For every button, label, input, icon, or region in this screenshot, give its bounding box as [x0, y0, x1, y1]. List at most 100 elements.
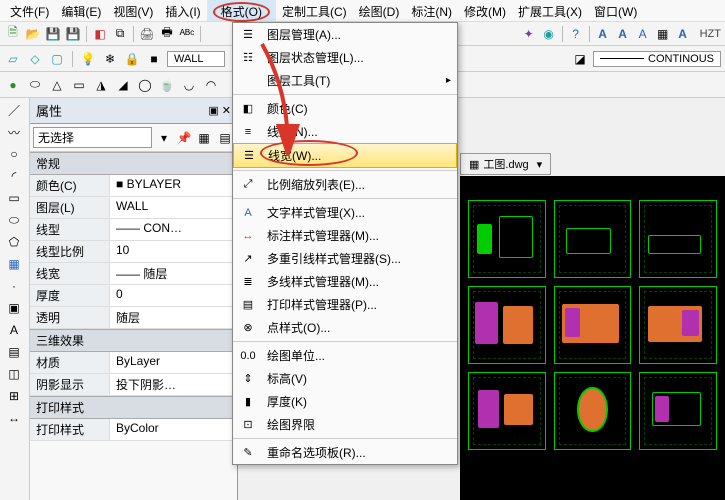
- menu-item-lineweight[interactable]: ☰ 线宽(W)...: [233, 143, 457, 168]
- solid3-icon[interactable]: ▢: [48, 50, 66, 68]
- property-value[interactable]: ByLayer: [110, 352, 237, 373]
- point-icon[interactable]: ·: [2, 276, 26, 296]
- plotpreview-icon[interactable]: 🖶: [158, 25, 176, 43]
- menu-item-scalelist[interactable]: ⤢比例缩放列表(E)...: [233, 173, 457, 196]
- box-icon[interactable]: ▭: [70, 76, 88, 94]
- sheet-thumb[interactable]: [639, 200, 717, 278]
- compare-icon[interactable]: ⧉: [111, 25, 129, 43]
- hatch2-icon[interactable]: ▦: [2, 254, 26, 274]
- save-icon[interactable]: 💾: [44, 25, 62, 43]
- menu-draw[interactable]: 绘图(D): [353, 0, 406, 21]
- wedge-icon[interactable]: ◢: [114, 76, 132, 94]
- menu-item-pointstyle[interactable]: ⊗点样式(O)...: [233, 316, 457, 339]
- menu-exttools[interactable]: 扩展工具(X): [512, 0, 588, 21]
- menu-format[interactable]: 格式(O): [207, 0, 276, 21]
- property-value[interactable]: ByColor: [110, 419, 237, 440]
- quickselect-icon[interactable]: ▾: [155, 129, 173, 147]
- menu-item-mleaderstyle[interactable]: ↗多重引线样式管理器(S)...: [233, 247, 457, 270]
- menu-customtools[interactable]: 定制工具(C): [276, 0, 353, 21]
- pdf-icon[interactable]: ◧: [91, 25, 109, 43]
- print-icon[interactable]: 🖨: [138, 25, 156, 43]
- property-category-3d[interactable]: 三维效果: [30, 329, 237, 352]
- solid1-icon[interactable]: ▱: [4, 50, 22, 68]
- circle-icon[interactable]: ○: [2, 144, 26, 164]
- help-icon[interactable]: ?: [567, 25, 585, 43]
- property-category-general[interactable]: 常规: [30, 152, 237, 175]
- chevron-down-icon[interactable]: ▾: [537, 158, 543, 171]
- property-value[interactable]: —— CON…: [110, 219, 237, 240]
- menu-view[interactable]: 视图(V): [107, 0, 159, 21]
- menu-item-thickness[interactable]: ▮厚度(K): [233, 390, 457, 413]
- menu-modify[interactable]: 修改(M): [458, 0, 512, 21]
- rect-icon[interactable]: ▭: [2, 188, 26, 208]
- freeze-icon[interactable]: ❄: [101, 50, 119, 68]
- color-swatch-icon[interactable]: ◪: [571, 50, 589, 68]
- property-category-plot[interactable]: 打印样式: [30, 396, 237, 419]
- region-icon[interactable]: ◫: [2, 364, 26, 384]
- arc-icon[interactable]: ◜: [2, 166, 26, 186]
- line-icon[interactable]: ／: [2, 100, 26, 120]
- menu-item-layermgr[interactable]: ☰图层管理(A)...: [233, 23, 457, 46]
- menu-item-linetype[interactable]: ≡线型(N)...: [233, 120, 457, 143]
- attdef-icon[interactable]: A: [634, 25, 652, 43]
- menu-item-mlinestyle[interactable]: ≣多线样式管理器(M)...: [233, 270, 457, 293]
- cylinder-icon[interactable]: ⬭: [26, 76, 44, 94]
- spell-icon[interactable]: ᴬᴮᶜ: [178, 25, 196, 43]
- audit-icon[interactable]: ◉: [540, 25, 558, 43]
- menu-edit[interactable]: 编辑(E): [55, 0, 107, 21]
- purge-icon[interactable]: ✦: [520, 25, 538, 43]
- open-icon[interactable]: 📂: [24, 25, 42, 43]
- teapot-icon[interactable]: 🍵: [158, 76, 176, 94]
- sphere-icon[interactable]: ●: [4, 76, 22, 94]
- property-value[interactable]: ■ BYLAYER: [110, 175, 237, 196]
- menu-item-dimstyle[interactable]: ↔标注样式管理器(M)...: [233, 224, 457, 247]
- insert-icon[interactable]: ⊞: [2, 386, 26, 406]
- menu-item-rename[interactable]: ✎重命名选项板(R)...: [233, 441, 457, 464]
- bulb-icon[interactable]: 💡: [79, 50, 97, 68]
- menu-item-limits[interactable]: ⊡绘图界限: [233, 413, 457, 436]
- menu-item-layertools[interactable]: 图层工具(T)▸: [233, 69, 457, 92]
- lock-icon[interactable]: 🔒: [123, 50, 141, 68]
- text-icon[interactable]: A: [2, 320, 26, 340]
- menu-item-color[interactable]: ◧颜色(C): [233, 97, 457, 120]
- sheet-thumb[interactable]: [639, 372, 717, 450]
- property-value[interactable]: 0: [110, 285, 237, 306]
- menu-window[interactable]: 窗口(W): [588, 0, 643, 21]
- sheet-thumb[interactable]: [554, 286, 632, 364]
- menu-item-textstyle[interactable]: A文字样式管理(X)...: [233, 201, 457, 224]
- cone-icon[interactable]: △: [48, 76, 66, 94]
- polygon-icon[interactable]: ⬠: [2, 232, 26, 252]
- property-value[interactable]: 10: [110, 241, 237, 262]
- sheet-thumb[interactable]: [554, 200, 632, 278]
- field-icon[interactable]: A: [674, 25, 692, 43]
- property-value[interactable]: 随层: [110, 307, 237, 328]
- dome-icon[interactable]: ◠: [202, 76, 220, 94]
- menu-dimension[interactable]: 标注(N): [405, 0, 458, 21]
- properties-close-icon[interactable]: ▣ ✕: [208, 104, 231, 117]
- saveas-icon[interactable]: 💾: [64, 25, 82, 43]
- menu-item-plotstyle[interactable]: ▤打印样式管理器(P)...: [233, 293, 457, 316]
- property-value[interactable]: —— 随层: [110, 263, 237, 284]
- property-value[interactable]: 投下阴影…: [110, 374, 237, 395]
- pyramid-icon[interactable]: ◮: [92, 76, 110, 94]
- layer-select[interactable]: WALL: [167, 51, 225, 67]
- selection-dropdown[interactable]: 无选择: [33, 127, 152, 148]
- pickadd-icon[interactable]: 📌: [176, 130, 192, 146]
- sheet-thumb[interactable]: [468, 200, 546, 278]
- sheet-thumb[interactable]: [554, 372, 632, 450]
- property-value[interactable]: WALL: [110, 197, 237, 218]
- menu-item-layerstate[interactable]: ☷图层状态管理(L)...: [233, 46, 457, 69]
- pline-icon[interactable]: 〰: [2, 122, 26, 142]
- linetype-select[interactable]: CONTINOUS: [593, 51, 721, 67]
- new-icon[interactable]: 🗎: [4, 25, 22, 43]
- sheet-thumb[interactable]: [468, 372, 546, 450]
- selectobj-icon[interactable]: ▦: [195, 129, 213, 147]
- sheet-thumb[interactable]: [639, 286, 717, 364]
- menu-insert[interactable]: 插入(I): [159, 0, 206, 21]
- torus-icon[interactable]: ◯: [136, 76, 154, 94]
- text-a2-icon[interactable]: A: [614, 25, 632, 43]
- dish-icon[interactable]: ◡: [180, 76, 198, 94]
- sheet-thumb[interactable]: [468, 286, 546, 364]
- ellipse-icon[interactable]: ⬭: [2, 210, 26, 230]
- menu-file[interactable]: 文件(F): [4, 0, 55, 21]
